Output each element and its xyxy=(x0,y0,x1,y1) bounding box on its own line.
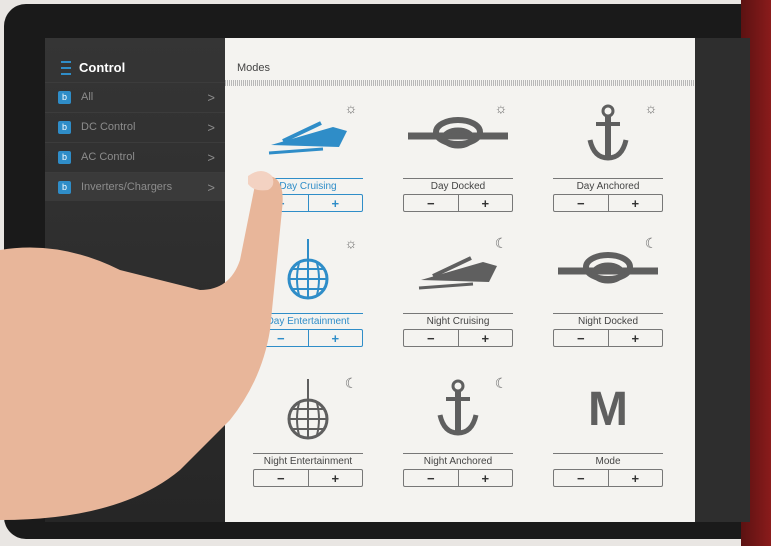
increase-button[interactable]: + xyxy=(457,470,513,486)
moon-icon: ☾ xyxy=(494,235,508,251)
mode-stepper: − + xyxy=(403,469,513,487)
increase-button[interactable]: + xyxy=(307,470,363,486)
app-screen: Control b All > b DC Control > b AC Cont… xyxy=(45,38,750,522)
increase-button[interactable]: + xyxy=(607,470,663,486)
decrease-button[interactable]: − xyxy=(254,470,308,486)
mode-stepper: − + xyxy=(253,469,363,487)
mode-tile-night-cruising[interactable]: ☾ Night Cruising − + xyxy=(403,233,513,353)
letter-m: M xyxy=(588,382,628,436)
increase-button[interactable]: + xyxy=(307,195,363,211)
sun-icon: ☼ xyxy=(344,235,358,251)
mode-label: Night Docked xyxy=(553,313,663,327)
decrease-button[interactable]: − xyxy=(554,195,608,211)
mode-tile-day-docked[interactable]: ☼ Day Docked − + xyxy=(403,98,513,218)
mode-stepper: − + xyxy=(553,469,663,487)
sidebar-item-ac-control[interactable]: b AC Control > xyxy=(45,142,225,171)
sidebar-item-label: All xyxy=(81,91,94,103)
divider xyxy=(225,80,695,86)
mode-tile-day-cruising[interactable]: ☼ Day Cruising − + xyxy=(253,98,363,218)
page-title: Modes xyxy=(237,62,271,74)
chevron-right-icon: > xyxy=(207,89,215,105)
chevron-right-icon: > xyxy=(207,179,215,195)
mode-label: Day Docked xyxy=(403,178,513,192)
letter-m-icon: M xyxy=(553,373,663,445)
mode-label: Night Anchored xyxy=(403,453,513,467)
moon-icon: ☾ xyxy=(644,235,658,251)
b-icon: b xyxy=(58,180,71,194)
mode-label: Night Cruising xyxy=(403,313,513,327)
sun-icon: ☼ xyxy=(494,100,508,116)
increase-button[interactable]: + xyxy=(607,195,663,211)
sun-icon: ☼ xyxy=(644,100,658,116)
mode-tile-day-entertainment[interactable]: ☼ Day Entertainment − + xyxy=(253,233,363,353)
sidebar-item-dc-control[interactable]: b DC Control > xyxy=(45,112,225,141)
mode-label: Day Entertainment xyxy=(253,313,363,327)
increase-button[interactable]: + xyxy=(457,330,513,346)
sun-icon: ☼ xyxy=(344,100,358,116)
modes-panel: Modes ☼ Day Cruising − + ☼ Day Docked − … xyxy=(225,38,695,522)
moon-icon: ☾ xyxy=(494,375,508,391)
mode-label: Day Cruising xyxy=(253,178,363,192)
mode-stepper: − + xyxy=(403,194,513,212)
chevron-right-icon: > xyxy=(207,149,215,165)
increase-button[interactable]: + xyxy=(307,330,363,346)
decrease-button[interactable]: − xyxy=(554,470,608,486)
decrease-button[interactable]: − xyxy=(404,330,458,346)
mode-label: Day Anchored xyxy=(553,178,663,192)
mode-label: Night Entertainment xyxy=(253,453,363,467)
sidebar-item-label: DC Control xyxy=(81,121,136,133)
increase-button[interactable]: + xyxy=(607,330,663,346)
chevron-right-icon: > xyxy=(207,119,215,135)
sidebar-item-label: Inverters/Chargers xyxy=(81,181,173,193)
sidebar-item-label: AC Control xyxy=(81,151,135,163)
menu-icon xyxy=(61,60,71,75)
b-icon: b xyxy=(58,150,71,164)
mode-tile-day-anchored[interactable]: ☼ Day Anchored − + xyxy=(553,98,663,218)
mode-tile-night-entertainment[interactable]: ☾ Night Entertainment − + xyxy=(253,373,363,493)
mode-tile-night-anchored[interactable]: ☾ Night Anchored − + xyxy=(403,373,513,493)
mode-tile-night-docked[interactable]: ☾ Night Docked − + xyxy=(553,233,663,353)
sidebar: Control b All > b DC Control > b AC Cont… xyxy=(45,38,225,522)
sidebar-item-inverters-chargers[interactable]: b Inverters/Chargers > xyxy=(45,172,225,201)
decrease-button[interactable]: − xyxy=(554,330,608,346)
mode-stepper: − + xyxy=(253,329,363,347)
b-icon: b xyxy=(58,90,71,104)
decrease-button[interactable]: − xyxy=(404,195,458,211)
sidebar-title: Control xyxy=(79,60,126,75)
mode-stepper: − + xyxy=(553,194,663,212)
increase-button[interactable]: + xyxy=(457,195,513,211)
b-icon: b xyxy=(58,120,71,134)
mode-stepper: − + xyxy=(553,329,663,347)
mode-label: Mode xyxy=(553,453,663,467)
mode-tile-mode[interactable]: M Mode − + xyxy=(553,373,663,493)
decrease-button[interactable]: − xyxy=(254,195,308,211)
mode-stepper: − + xyxy=(253,194,363,212)
sidebar-header: Control xyxy=(61,60,125,75)
decrease-button[interactable]: − xyxy=(404,470,458,486)
mode-stepper: − + xyxy=(403,329,513,347)
sidebar-item-all[interactable]: b All > xyxy=(45,82,225,111)
moon-icon: ☾ xyxy=(344,375,358,391)
decrease-button[interactable]: − xyxy=(254,330,308,346)
